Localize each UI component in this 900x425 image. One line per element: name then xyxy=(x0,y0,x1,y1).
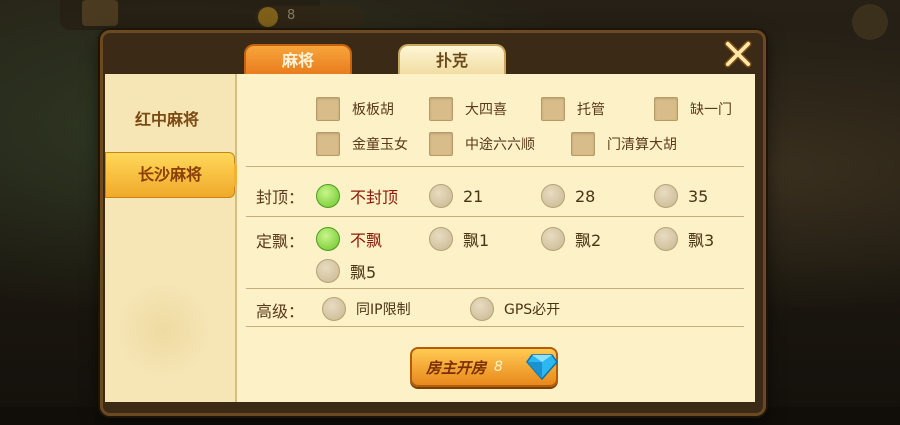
radio-cap-28[interactable]: 28 xyxy=(541,184,595,208)
radio-dot xyxy=(654,227,678,251)
checkbox-jintongyunv[interactable]: 金童玉女 xyxy=(316,132,408,156)
checkbox-menqingsuandahu[interactable]: 门清算大胡 xyxy=(571,132,677,156)
piao-label: 定飘： xyxy=(256,232,305,251)
radio-label: 飘2 xyxy=(575,231,602,250)
cap-label: 封顶： xyxy=(256,188,305,207)
radio-piao-2[interactable]: 飘2 xyxy=(541,227,601,251)
radio-label: 飘1 xyxy=(463,231,490,250)
checkbox-box xyxy=(429,132,453,156)
checkbox-label: 金童玉女 xyxy=(352,137,408,153)
radio-piao-5[interactable]: 飘5 xyxy=(316,259,376,283)
radio-dot xyxy=(654,184,678,208)
sidebar-decoration xyxy=(120,280,228,380)
tab-poker[interactable]: 扑克 xyxy=(398,44,506,76)
checkbox-zhongtuliuliushun[interactable]: 中途六六顺 xyxy=(429,132,535,156)
checkbox-label: 托管 xyxy=(577,102,605,118)
radio-label: 35 xyxy=(688,186,709,206)
checkbox-box xyxy=(316,97,340,121)
checkbox-label: 大四喜 xyxy=(465,102,507,118)
advanced-label: 高级： xyxy=(256,302,305,321)
radio-label: GPS必开 xyxy=(504,302,561,318)
radio-label: 飘3 xyxy=(688,231,715,250)
checkbox-dasixi[interactable]: 大四喜 xyxy=(429,97,507,121)
checkbox-box xyxy=(316,132,340,156)
checkbox-queyimen[interactable]: 缺一门 xyxy=(654,97,732,121)
radio-label: 不飘 xyxy=(350,231,383,250)
checkbox-banbanhu[interactable]: 板板胡 xyxy=(316,97,394,121)
radio-same-ip-limit[interactable]: 同IP限制 xyxy=(322,297,411,321)
radio-dot xyxy=(429,227,453,251)
create-room-button[interactable]: 房主开房 8 xyxy=(410,347,558,387)
radio-dot xyxy=(316,184,340,208)
sidebar-item-hongzhong[interactable]: 红中麻将 xyxy=(105,98,229,142)
radio-cap-21[interactable]: 21 xyxy=(429,184,483,208)
checkbox-box xyxy=(429,97,453,121)
checkbox-label: 门清算大胡 xyxy=(607,137,677,153)
radio-piao-none[interactable]: 不飘 xyxy=(316,227,382,251)
checkbox-label: 中途六六顺 xyxy=(465,137,535,153)
sidebar-item-changsha[interactable]: 长沙麻将 xyxy=(105,152,246,198)
checkbox-label: 缺一门 xyxy=(690,102,732,118)
radio-dot xyxy=(322,297,346,321)
checkbox-label: 板板胡 xyxy=(352,102,394,118)
checkbox-box xyxy=(571,132,595,156)
radio-dot xyxy=(429,184,453,208)
create-room-cost: 8 xyxy=(494,359,503,375)
radio-dot xyxy=(316,227,340,251)
divider xyxy=(246,166,744,167)
radio-dot xyxy=(541,184,565,208)
radio-label: 不封顶 xyxy=(350,188,399,207)
radio-dot xyxy=(316,259,340,283)
radio-label: 飘5 xyxy=(350,263,377,282)
checkbox-tuoguan[interactable]: 托管 xyxy=(541,97,605,121)
radio-dot xyxy=(541,227,565,251)
close-icon xyxy=(724,40,752,68)
radio-label: 21 xyxy=(463,186,484,206)
create-room-label: 房主开房 xyxy=(426,358,487,377)
divider xyxy=(246,216,744,217)
radio-label: 28 xyxy=(575,186,596,206)
divider xyxy=(246,326,744,327)
radio-gps-required[interactable]: GPS必开 xyxy=(470,297,560,321)
close-button[interactable] xyxy=(718,34,758,74)
radio-label: 同IP限制 xyxy=(356,302,411,318)
radio-cap-35[interactable]: 35 xyxy=(654,184,708,208)
radio-cap-none[interactable]: 不封顶 xyxy=(316,184,398,208)
radio-dot xyxy=(470,297,494,321)
divider xyxy=(246,288,744,289)
checkbox-box xyxy=(541,97,565,121)
checkbox-box xyxy=(654,97,678,121)
diamond-icon xyxy=(526,354,558,381)
radio-piao-1[interactable]: 飘1 xyxy=(429,227,489,251)
radio-piao-3[interactable]: 飘3 xyxy=(654,227,714,251)
tab-mahjong[interactable]: 麻将 xyxy=(244,44,352,76)
